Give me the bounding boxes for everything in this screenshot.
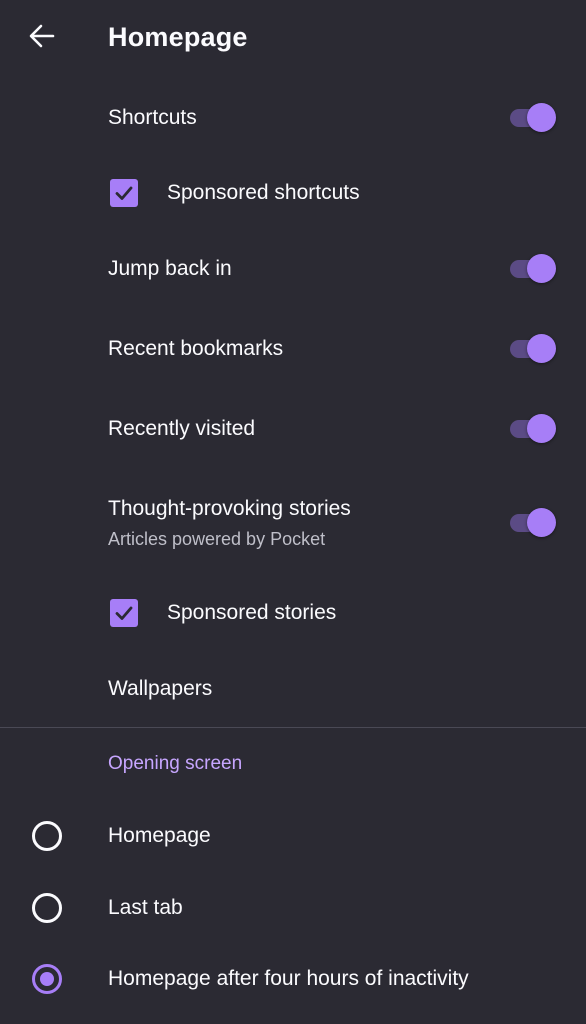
toggle-thumb: [527, 254, 556, 283]
setting-thought-provoking-stories[interactable]: Thought-provoking stories Articles power…: [0, 490, 586, 554]
setting-label: Recently visited: [108, 417, 256, 440]
stories-toggle[interactable]: [510, 507, 556, 537]
radio-option-homepage-after-inactivity[interactable]: Homepage after four hours of inactivity: [0, 959, 586, 999]
setting-label: Jump back in: [108, 257, 232, 280]
setting-label: Wallpapers: [108, 677, 213, 700]
toggle-thumb: [527, 508, 556, 537]
check-icon: [115, 186, 133, 200]
toggle-thumb: [527, 334, 556, 363]
radio-option-last-tab[interactable]: Last tab: [0, 888, 586, 928]
setting-shortcuts[interactable]: Shortcuts: [0, 98, 586, 138]
radio-label: Homepage after four hours of inactivity: [108, 967, 469, 990]
shortcuts-toggle[interactable]: [510, 102, 556, 132]
section-divider: [0, 727, 586, 728]
setting-recently-visited[interactable]: Recently visited: [0, 410, 586, 450]
setting-wallpapers[interactable]: Wallpapers: [0, 670, 586, 710]
setting-label: Sponsored shortcuts: [167, 181, 360, 204]
recently-visited-toggle[interactable]: [510, 413, 556, 443]
setting-label: Thought-provoking stories: [108, 497, 351, 520]
radio-option-homepage[interactable]: Homepage: [0, 816, 586, 856]
sponsored-stories-checkbox[interactable]: [110, 599, 138, 627]
setting-label: Recent bookmarks: [108, 337, 284, 360]
recent-bookmarks-toggle[interactable]: [510, 333, 556, 363]
toggle-thumb: [527, 414, 556, 443]
check-icon: [115, 606, 133, 620]
setting-label: Sponsored stories: [167, 601, 337, 624]
setting-sublabel: Articles powered by Pocket: [108, 529, 326, 549]
setting-sponsored-shortcuts[interactable]: Sponsored shortcuts: [0, 174, 586, 214]
setting-recent-bookmarks[interactable]: Recent bookmarks: [0, 330, 586, 370]
page-title: Homepage: [108, 22, 248, 52]
app-bar: Homepage: [0, 0, 586, 76]
radio-button-selected[interactable]: [32, 964, 62, 994]
setting-label: Shortcuts: [108, 106, 197, 129]
radio-label: Last tab: [108, 896, 183, 919]
sponsored-shortcuts-checkbox[interactable]: [110, 179, 138, 207]
radio-button[interactable]: [32, 893, 62, 923]
section-header-opening-screen: Opening screen: [108, 753, 243, 774]
arrow-left-icon: [29, 24, 55, 48]
back-button[interactable]: [22, 18, 62, 54]
radio-button[interactable]: [32, 821, 62, 851]
toggle-thumb: [527, 103, 556, 132]
setting-jump-back-in[interactable]: Jump back in: [0, 250, 586, 290]
jump-back-in-toggle[interactable]: [510, 253, 556, 283]
radio-label: Homepage: [108, 824, 211, 847]
setting-sponsored-stories[interactable]: Sponsored stories: [0, 594, 586, 634]
